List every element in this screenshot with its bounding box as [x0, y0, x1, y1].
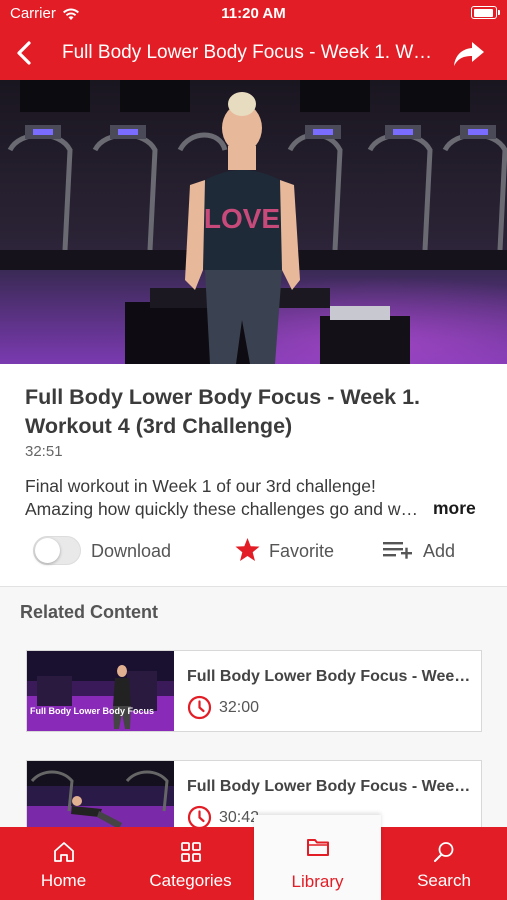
clock-icon [187, 695, 212, 720]
star-icon[interactable] [234, 537, 261, 563]
battery-icon [471, 6, 500, 19]
tab-label: Library [291, 872, 344, 891]
description-line: Amazing how quickly these challenges go … [25, 499, 425, 519]
related-title: Full Body Lower Body Focus - Week 1. Wor… [187, 668, 472, 685]
video-description: Final workout in Week 1 of our 3rd chall… [25, 475, 480, 521]
related-card[interactable]: Full Body Lower Body Focus Full Body Low… [26, 650, 482, 732]
nav-title: Full Body Lower Body Focus - Week 1. Wor… [62, 42, 437, 63]
tab-search[interactable]: Search [381, 827, 507, 900]
related-duration: 32:00 [219, 699, 260, 716]
tab-home[interactable]: Home [0, 827, 127, 900]
action-row: Download Favorite Add [0, 534, 507, 570]
grid-icon [180, 842, 201, 862]
related-thumbnail: Full Body Lower Body Focus [27, 651, 174, 731]
download-toggle[interactable] [33, 536, 81, 565]
home-icon [53, 842, 74, 862]
search-icon [434, 842, 454, 862]
tab-label: Home [40, 871, 87, 890]
related-title: Full Body Lower Body Focus - Week 1. Wor… [187, 778, 472, 795]
shirt-text: LOVE [204, 203, 280, 234]
playlist-add-icon[interactable] [382, 539, 414, 563]
tab-categories[interactable]: Categories [127, 827, 254, 900]
video-duration: 32:51 [25, 443, 63, 460]
thumbnail-caption: Full Body Lower Body Focus [30, 706, 154, 716]
download-label[interactable]: Download [91, 541, 171, 562]
folder-icon [306, 839, 329, 856]
add-label[interactable]: Add [423, 541, 455, 562]
more-link[interactable]: more [433, 498, 476, 519]
tab-bar: Home Categories Library Search [0, 815, 507, 900]
nav-bar: Full Body Lower Body Focus - Week 1. Wor… [0, 28, 507, 80]
video-info: Full Body Lower Body Focus - Week 1. Wor… [0, 364, 507, 588]
status-bar: Carrier 11:20 AM [0, 0, 507, 28]
video-player[interactable]: LOVE [0, 80, 507, 364]
tab-library[interactable]: Library [254, 815, 381, 900]
toggle-knob [35, 538, 60, 563]
description-line: Final workout in Week 1 of our 3rd chall… [25, 476, 376, 496]
chevron-left-icon[interactable] [10, 38, 40, 68]
status-time: 11:20 AM [221, 5, 286, 22]
related-content: Related Content Full Body Lower Body Foc… [0, 587, 507, 842]
video-detail-screen: Carrier 11:20 AM Full Body Lower Body Fo… [0, 0, 507, 900]
share-icon[interactable] [453, 39, 485, 69]
tab-label: Categories [149, 871, 232, 890]
related-heading: Related Content [20, 602, 159, 622]
tab-label: Search [417, 871, 471, 890]
video-thumbnail: LOVE [0, 80, 507, 364]
video-title: Full Body Lower Body Focus - Week 1. Wor… [25, 385, 421, 438]
favorite-label[interactable]: Favorite [269, 541, 334, 562]
